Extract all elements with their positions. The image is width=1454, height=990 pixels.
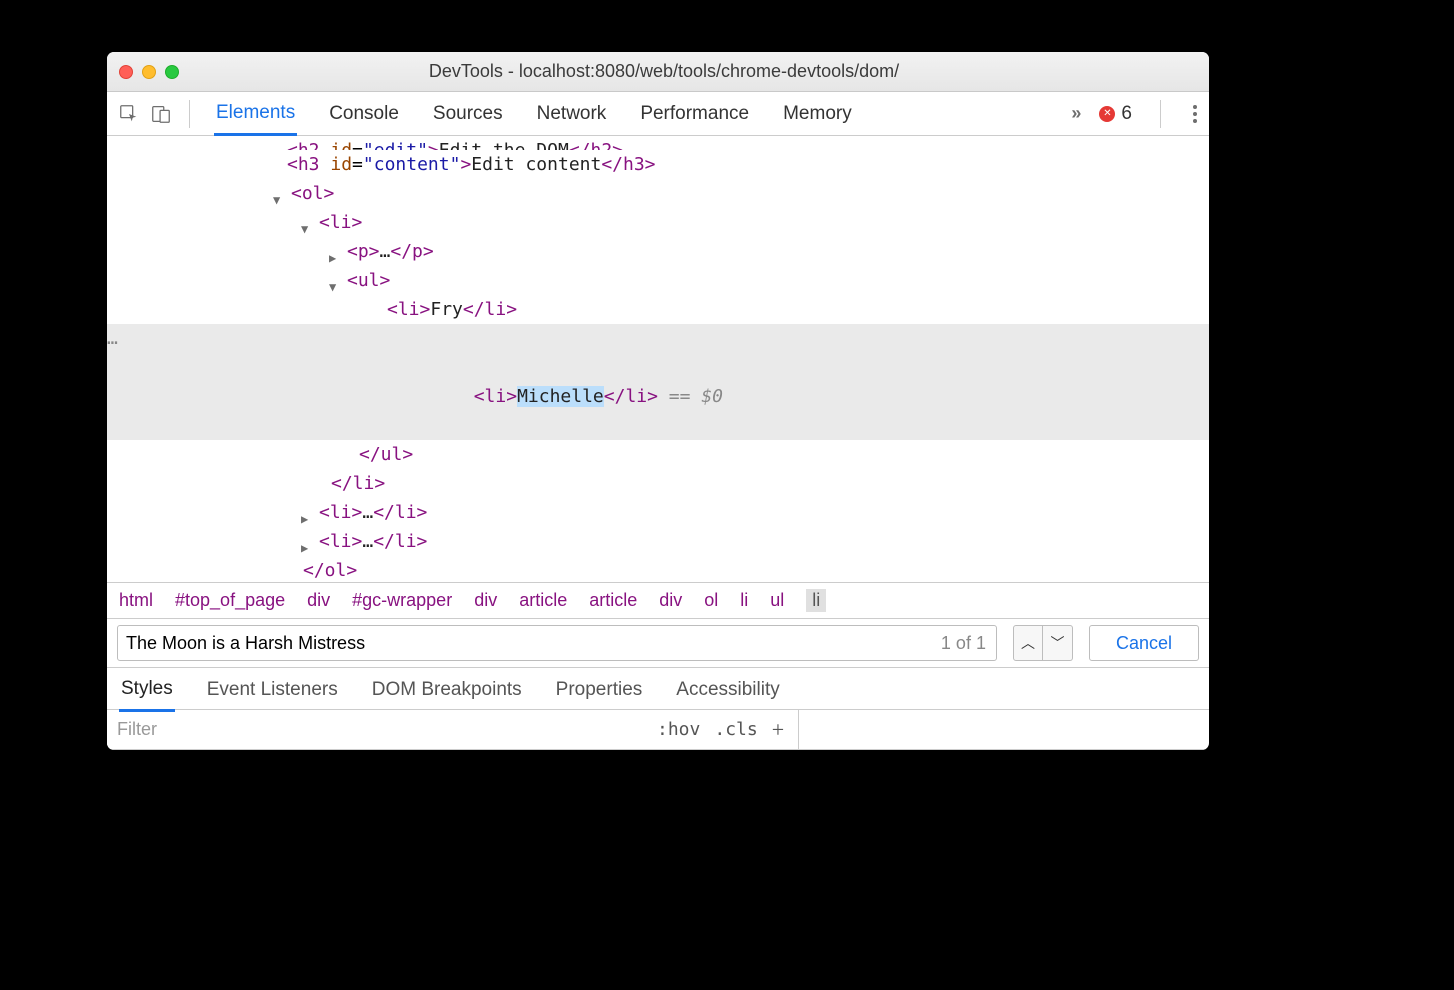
window-titlebar: DevTools - localhost:8080/web/tools/chro… (107, 52, 1209, 92)
styles-toolbar: :hov .cls + (107, 710, 1209, 750)
tab-styles[interactable]: Styles (119, 678, 175, 712)
maximize-window-button[interactable] (165, 65, 179, 79)
dom-node-li-michelle-selected[interactable]: … <li>Michelle</li> == $0 (107, 324, 1209, 440)
breadcrumb-item[interactable]: html (119, 590, 153, 611)
breadcrumb-item[interactable]: article (589, 590, 637, 611)
error-icon (1099, 106, 1115, 122)
breadcrumb-item[interactable]: article (519, 590, 567, 611)
tab-console[interactable]: Console (327, 103, 401, 134)
dom-node-li-collapsed[interactable]: <li>…</li> (107, 527, 1209, 556)
search-nav-buttons: ︿ ﹀ (1013, 625, 1073, 661)
settings-menu-icon[interactable] (1189, 105, 1201, 123)
tab-performance[interactable]: Performance (638, 103, 751, 134)
inspect-element-icon[interactable] (115, 100, 143, 128)
search-box: 1 of 1 (117, 625, 997, 661)
search-prev-button[interactable]: ︿ (1013, 625, 1043, 661)
search-next-button[interactable]: ﹀ (1043, 625, 1073, 661)
dom-breadcrumb: html #top_of_page div #gc-wrapper div ar… (107, 582, 1209, 618)
tab-event-listeners[interactable]: Event Listeners (205, 679, 340, 710)
dom-node-p-collapsed[interactable]: <p>…</p> (107, 237, 1209, 266)
search-result-count: 1 of 1 (931, 633, 996, 654)
main-toolbar: Elements Console Sources Network Perform… (107, 92, 1209, 136)
toolbar-separator (1160, 100, 1161, 128)
search-bar: 1 of 1 ︿ ﹀ Cancel (107, 618, 1209, 668)
dom-node-li-open[interactable]: <li> (107, 208, 1209, 237)
search-input[interactable] (118, 633, 931, 654)
breadcrumb-item[interactable]: div (474, 590, 497, 611)
breadcrumb-item[interactable]: div (659, 590, 682, 611)
li-text-fry: Fry (430, 299, 463, 320)
node-text: Edit content (471, 154, 601, 175)
dom-node-ol-open[interactable]: <ol> (107, 179, 1209, 208)
hov-toggle[interactable]: :hov (657, 719, 700, 740)
new-style-rule-icon[interactable]: + (772, 717, 784, 743)
devtools-window: DevTools - localhost:8080/web/tools/chro… (107, 52, 1209, 750)
ellipsis: … (362, 531, 373, 552)
toolbar-separator (189, 100, 190, 128)
styles-controls: :hov .cls + (647, 710, 799, 749)
ellipsis: … (380, 241, 391, 262)
dom-node-h3-content[interactable]: <h3 id="content">Edit content</h3> (107, 150, 1209, 179)
dom-node-ul-open[interactable]: <ul> (107, 266, 1209, 295)
breadcrumb-item[interactable]: ol (704, 590, 718, 611)
error-count: 6 (1121, 103, 1132, 125)
breadcrumb-item[interactable]: ul (770, 590, 784, 611)
dom-tree[interactable]: <h2 id="edit">Edit the DOM</h2> <h3 id="… (107, 136, 1209, 582)
breadcrumb-item[interactable]: #top_of_page (175, 590, 285, 611)
error-badge[interactable]: 6 (1099, 103, 1132, 125)
attr-value: content (374, 154, 450, 175)
tab-network[interactable]: Network (535, 103, 609, 134)
sidebar-tabs: Styles Event Listeners DOM Breakpoints P… (107, 668, 1209, 710)
selected-row-gutter-icon[interactable]: … (107, 324, 118, 353)
dom-node-li-collapsed[interactable]: <li>…</li> (107, 498, 1209, 527)
breadcrumb-item[interactable]: div (307, 590, 330, 611)
tab-dom-breakpoints[interactable]: DOM Breakpoints (370, 679, 524, 710)
breadcrumb-item-current[interactable]: li (806, 589, 826, 612)
device-toolbar-icon[interactable] (147, 100, 175, 128)
window-title: DevTools - localhost:8080/web/tools/chro… (179, 61, 1149, 82)
dom-node-ol-close[interactable]: </ol> (107, 556, 1209, 582)
dom-node-ul-close[interactable]: </ul> (107, 440, 1209, 469)
cls-toggle[interactable]: .cls (714, 719, 757, 740)
dom-node[interactable]: <h2 id="edit">Edit the DOM</h2> (107, 136, 1209, 150)
breadcrumb-item[interactable]: li (740, 590, 748, 611)
traffic-lights (119, 65, 179, 79)
dom-node-li-fry[interactable]: <li>Fry</li> (107, 295, 1209, 324)
ellipsis: … (362, 502, 373, 523)
panel-tabs: Elements Console Sources Network Perform… (200, 97, 1071, 131)
toolbar-right: » 6 (1071, 100, 1201, 128)
tab-sources[interactable]: Sources (431, 103, 505, 134)
minimize-window-button[interactable] (142, 65, 156, 79)
search-cancel-button[interactable]: Cancel (1089, 625, 1199, 661)
dom-node-li-close[interactable]: </li> (107, 469, 1209, 498)
breadcrumb-item[interactable]: #gc-wrapper (352, 590, 452, 611)
tab-properties[interactable]: Properties (554, 679, 645, 710)
console-ref: $0 (701, 386, 723, 407)
styles-filter-input[interactable] (107, 710, 647, 749)
tab-accessibility[interactable]: Accessibility (674, 679, 781, 710)
tab-memory[interactable]: Memory (781, 103, 854, 134)
li-text-michelle: Michelle (517, 386, 604, 407)
more-tabs-icon[interactable]: » (1071, 103, 1081, 124)
close-window-button[interactable] (119, 65, 133, 79)
tab-elements[interactable]: Elements (214, 102, 297, 136)
